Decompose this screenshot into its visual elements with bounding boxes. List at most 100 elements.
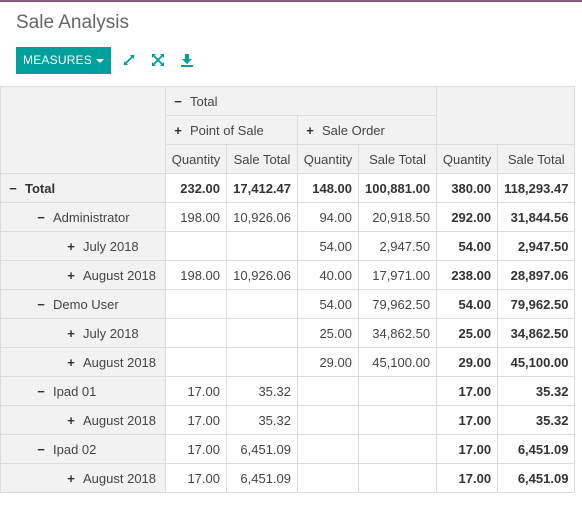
- row-header[interactable]: − Administrator: [0, 202, 166, 232]
- pivot-cell[interactable]: 198.00: [165, 260, 227, 290]
- row-header-label: Ipad 01: [53, 383, 97, 399]
- pivot-cell[interactable]: 34,862.50: [357, 318, 438, 348]
- pivot-cell[interactable]: 54.00: [297, 231, 359, 261]
- pivot-cell[interactable]: 35.32: [226, 405, 298, 435]
- pivot-cell[interactable]: 118,293.47: [497, 173, 576, 203]
- pivot-cell[interactable]: 232.00: [165, 173, 227, 203]
- pivot-cell[interactable]: 17.00: [436, 434, 499, 464]
- pivot-cell[interactable]: 17.00: [165, 405, 227, 435]
- pivot-cell[interactable]: [357, 434, 438, 464]
- measures-button[interactable]: MEASURES: [16, 47, 111, 74]
- pivot-cell[interactable]: 54.00: [297, 289, 359, 319]
- pivot-cell[interactable]: [297, 405, 359, 435]
- row-header-label: August 2018: [83, 470, 157, 486]
- pivot-cell[interactable]: 40.00: [297, 260, 359, 290]
- row-header[interactable]: + July 2018: [0, 231, 166, 261]
- col-header-sale-order[interactable]: + Sale Order: [296, 115, 438, 145]
- pivot-cell[interactable]: 29.00: [436, 347, 499, 377]
- pivot-cell[interactable]: 31,844.56: [497, 202, 576, 232]
- measure-header[interactable]: Sale Total: [357, 144, 438, 174]
- pivot-cell[interactable]: 6,451.09: [497, 434, 576, 464]
- pivot-cell[interactable]: [226, 231, 298, 261]
- pivot-cell[interactable]: [297, 463, 359, 493]
- pivot-cell[interactable]: [226, 289, 298, 319]
- fullscreen-icon[interactable]: [150, 52, 166, 68]
- row-header[interactable]: − Ipad 01: [0, 376, 166, 406]
- row-header[interactable]: + August 2018: [0, 347, 166, 377]
- pivot-cell[interactable]: [165, 289, 227, 319]
- pivot-cell[interactable]: [357, 463, 438, 493]
- pivot-cell[interactable]: 79,962.50: [497, 289, 576, 319]
- pivot-cell[interactable]: 6,451.09: [226, 463, 298, 493]
- row-header[interactable]: − Demo User: [0, 289, 166, 319]
- pivot-cell[interactable]: [165, 347, 227, 377]
- pivot-cell[interactable]: 2,947.50: [357, 231, 438, 261]
- pivot-cell[interactable]: 35.32: [226, 376, 298, 406]
- pivot-cell[interactable]: 45,100.00: [357, 347, 438, 377]
- top-accent-line: [0, 0, 582, 2]
- pivot-cell[interactable]: 17.00: [436, 376, 499, 406]
- row-header[interactable]: + August 2018: [0, 463, 166, 493]
- pivot-cell[interactable]: 17.00: [436, 463, 499, 493]
- row-header[interactable]: + August 2018: [0, 405, 166, 435]
- collapse-minus-icon: −: [9, 180, 17, 196]
- measure-header[interactable]: Quantity: [297, 144, 359, 174]
- pivot-cell[interactable]: 238.00: [436, 260, 499, 290]
- measure-header[interactable]: Quantity: [165, 144, 227, 174]
- row-header[interactable]: − Ipad 02: [0, 434, 166, 464]
- expand-arrows-icon[interactable]: [121, 52, 137, 68]
- pivot-cell[interactable]: 29.00: [297, 347, 359, 377]
- pivot-cell[interactable]: 54.00: [436, 231, 499, 261]
- pivot-cell[interactable]: [357, 405, 438, 435]
- pivot-cell[interactable]: 35.32: [497, 376, 576, 406]
- row-header[interactable]: + July 2018: [0, 318, 166, 348]
- pivot-row: + August 2018 17.00 35.32 17.00 35.32: [0, 405, 576, 435]
- pivot-cell[interactable]: 10,926.06: [226, 202, 298, 232]
- measure-header[interactable]: Quantity: [436, 144, 499, 174]
- pivot-cell[interactable]: 17.00: [165, 434, 227, 464]
- pivot-cell[interactable]: [165, 231, 227, 261]
- pivot-cell[interactable]: [226, 347, 298, 377]
- pivot-cell[interactable]: 17,412.47: [226, 173, 298, 203]
- pivot-cell[interactable]: 380.00: [436, 173, 499, 203]
- pivot-row: + August 2018 198.00 10,926.06 40.00 17,971.0…: [0, 260, 576, 290]
- row-header[interactable]: − Total: [0, 173, 166, 203]
- row-header-label: Administrator: [53, 209, 130, 225]
- pivot-cell[interactable]: 17,971.00: [357, 260, 438, 290]
- pivot-cell[interactable]: 6,451.09: [226, 434, 298, 464]
- pivot-cell[interactable]: 292.00: [436, 202, 499, 232]
- row-header-label: July 2018: [83, 238, 139, 254]
- row-header-label: Ipad 02: [53, 441, 97, 457]
- pivot-cell[interactable]: [226, 318, 298, 348]
- pivot-cell[interactable]: 25.00: [436, 318, 499, 348]
- row-header[interactable]: + August 2018: [0, 260, 166, 290]
- pivot-cell[interactable]: 17.00: [165, 376, 227, 406]
- pivot-cell[interactable]: 148.00: [297, 173, 359, 203]
- pivot-cell[interactable]: 25.00: [297, 318, 359, 348]
- measure-header[interactable]: Sale Total: [497, 144, 576, 174]
- pivot-cell[interactable]: 94.00: [297, 202, 359, 232]
- pivot-cell[interactable]: 10,926.06: [226, 260, 298, 290]
- pivot-cell[interactable]: 17.00: [436, 405, 499, 435]
- download-icon[interactable]: [179, 52, 195, 68]
- col-header-point-of-sale[interactable]: + Point of Sale: [165, 115, 298, 145]
- pivot-cell[interactable]: 79,962.50: [357, 289, 438, 319]
- pivot-cell[interactable]: 35.32: [497, 405, 576, 435]
- pivot-cell[interactable]: 17.00: [165, 463, 227, 493]
- pivot-cell[interactable]: 100,881.00: [357, 173, 438, 203]
- pivot-cell[interactable]: [357, 376, 438, 406]
- pivot-cell[interactable]: 198.00: [165, 202, 227, 232]
- pivot-cell[interactable]: 45,100.00: [497, 347, 576, 377]
- measure-header[interactable]: Sale Total: [226, 144, 298, 174]
- pivot-cell[interactable]: 2,947.50: [497, 231, 576, 261]
- pivot-cell[interactable]: [297, 376, 359, 406]
- pivot-cell[interactable]: 20,918.50: [357, 202, 438, 232]
- pivot-cell[interactable]: 6,451.09: [497, 463, 576, 493]
- col-header-total[interactable]: − Total: [164, 86, 438, 116]
- pivot-cell[interactable]: 28,897.06: [497, 260, 576, 290]
- pivot-cell[interactable]: 34,862.50: [497, 318, 576, 348]
- pivot-cell[interactable]: [165, 318, 227, 348]
- pivot-cell[interactable]: [297, 434, 359, 464]
- row-header-label: July 2018: [83, 325, 139, 341]
- pivot-cell[interactable]: 54.00: [436, 289, 499, 319]
